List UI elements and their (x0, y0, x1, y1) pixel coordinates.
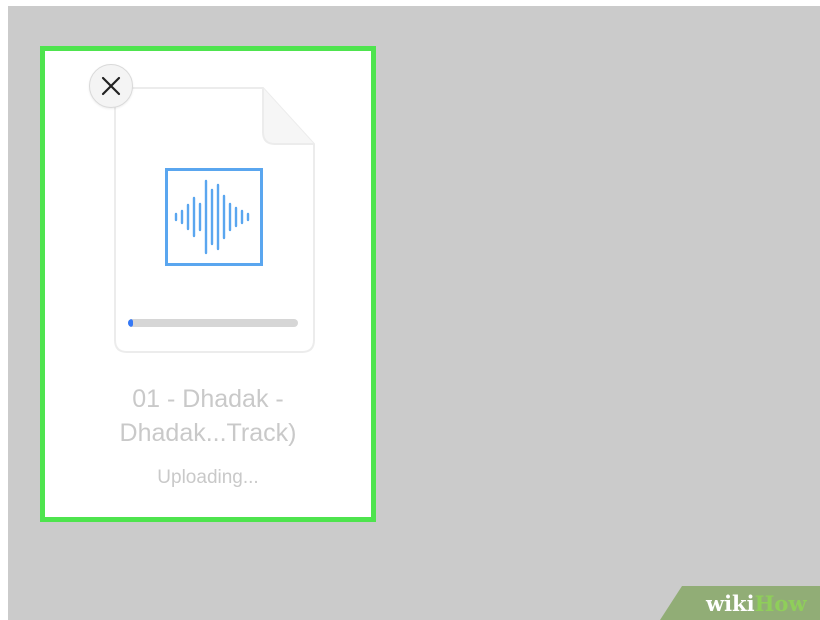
close-icon (101, 76, 121, 96)
upload-progress-bar (128, 319, 298, 327)
watermark-part-1: wiki (706, 591, 755, 616)
watermark-part-2: How (754, 591, 807, 616)
file-name-line-1: 01 - Dhadak - (132, 385, 284, 413)
file-name: 01 - Dhadak - Dhadak...Track) (58, 382, 358, 450)
remove-file-button[interactable] (89, 64, 133, 108)
upload-progress-fill (128, 319, 134, 327)
wikihow-watermark: wikiHow (706, 590, 807, 618)
upload-status: Uploading... (157, 467, 259, 488)
file-name-line-2: Dhadak...Track) (119, 419, 297, 447)
audio-waveform-icon (165, 168, 263, 266)
